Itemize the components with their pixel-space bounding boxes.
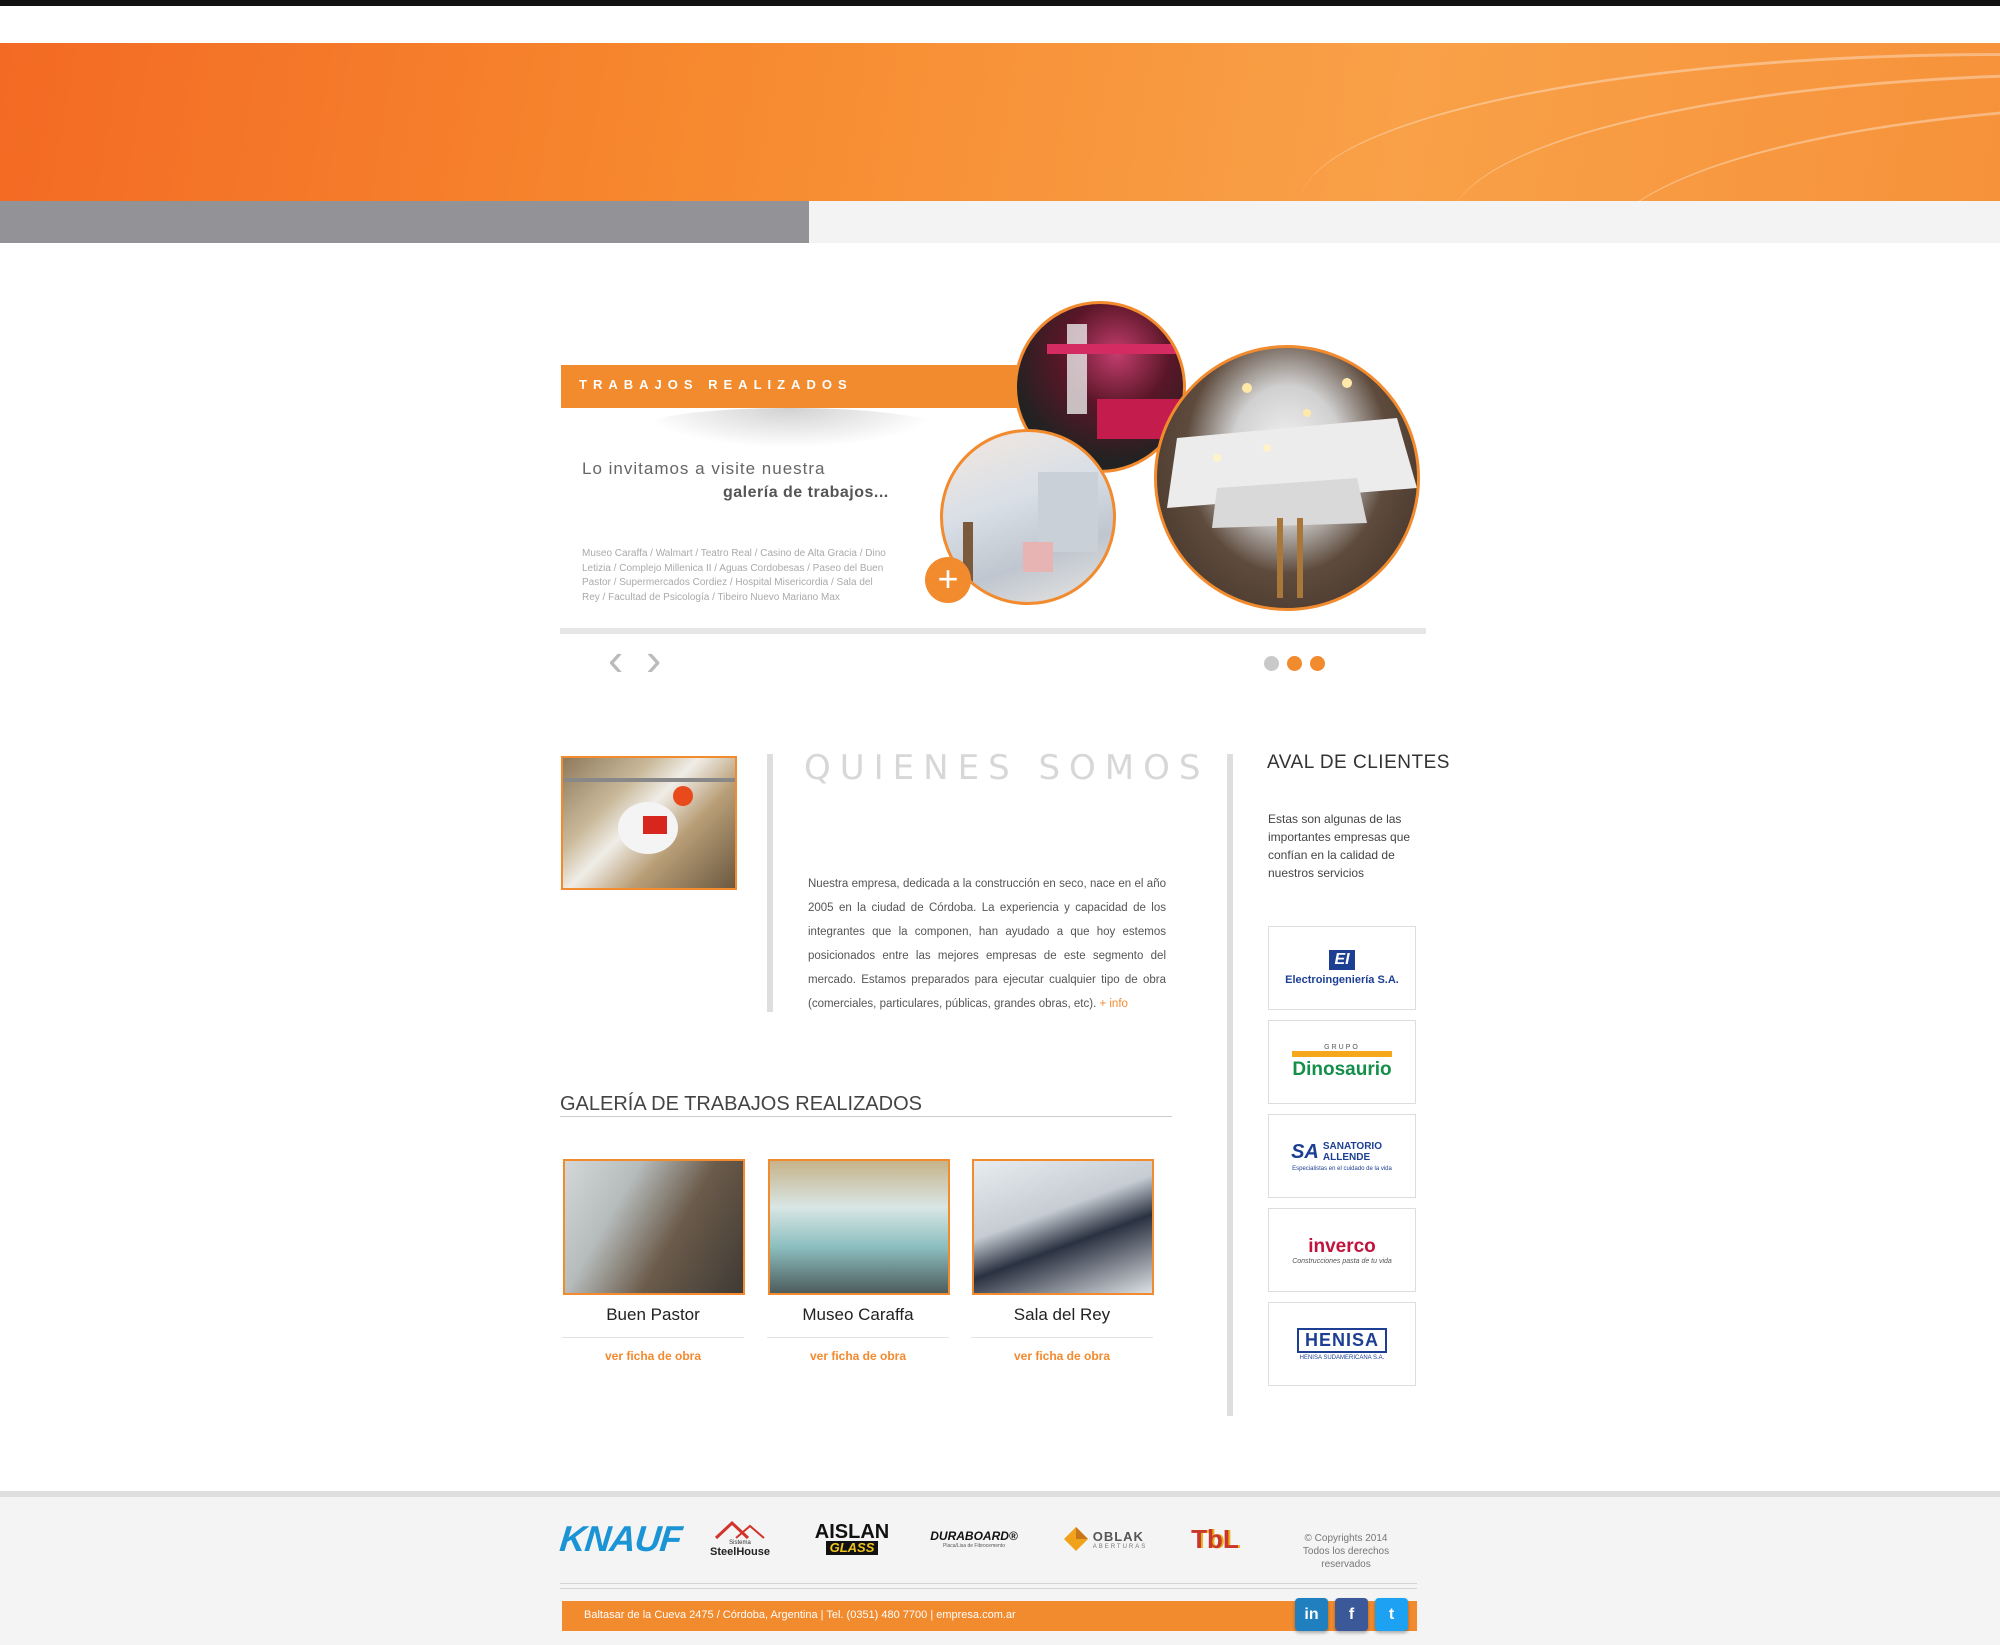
about-more-link[interactable]: + info xyxy=(1099,998,1127,1010)
about-text: Nuestra empresa, dedicada a la construcc… xyxy=(808,872,1166,1016)
gallery-caption-1: Buen Pastor xyxy=(606,1305,700,1324)
client-logo-name: HENISA SUDAMERICANA S.A. xyxy=(1299,1354,1385,1361)
gallery-caption-divider-3 xyxy=(971,1337,1153,1338)
client-logo-inverco[interactable]: inverco Construcciones pasta de tu vida xyxy=(1268,1208,1416,1292)
oblak-diamond-icon xyxy=(1063,1527,1088,1551)
facebook-icon[interactable]: f xyxy=(1335,1598,1368,1631)
brand-logo-aislan[interactable]: AISLAN GLASS xyxy=(812,1510,892,1568)
gallery-caption-3: Sala del Rey xyxy=(1013,1305,1111,1324)
about-accent-bar xyxy=(767,754,773,1012)
client-logo-name: SANATORIO ALLENDE xyxy=(1322,1141,1382,1163)
clients-title: AVAL DE CLIENTES xyxy=(1267,752,1450,773)
client-logo-sub: GRUPO xyxy=(1324,1043,1360,1051)
client-logo-henisa[interactable]: HENISA HENISA SUDAMERICANA S.A. xyxy=(1268,1302,1416,1386)
brand-logo-tbl[interactable]: TbL xyxy=(1190,1510,1240,1568)
hero-plus-button[interactable]: + xyxy=(925,557,971,603)
slider-prev-arrow-icon[interactable]: ‹ xyxy=(608,636,623,682)
about-body: Nuestra empresa, dedicada a la construcc… xyxy=(808,878,1166,1010)
twitter-icon[interactable]: t xyxy=(1375,1598,1408,1631)
client-logo-sanatorio-allende[interactable]: SA SANATORIO ALLENDE Especialistas en el… xyxy=(1268,1114,1416,1198)
about-photo-art xyxy=(563,778,735,854)
about-photo xyxy=(561,756,737,890)
gallery-thumb-2[interactable] xyxy=(768,1159,950,1295)
hero-photo-circle-3 xyxy=(1154,345,1420,611)
slider-dot-1[interactable] xyxy=(1264,656,1279,671)
hero-headline-line1: Lo invitamos a visite nuestra xyxy=(582,459,826,478)
client-logo-mark: EI xyxy=(1329,950,1355,970)
footer-divider-1 xyxy=(560,1583,1417,1584)
gallery-link-3[interactable]: ver ficha de obra xyxy=(971,1349,1153,1363)
top-border xyxy=(0,0,2000,6)
client-logo-mark: SA xyxy=(1291,1140,1319,1163)
client-logo-dinosaurio[interactable]: GRUPO Dinosaurio xyxy=(1268,1020,1416,1104)
gallery-caption-divider-2 xyxy=(767,1337,949,1338)
slider-dot-2[interactable] xyxy=(1287,656,1302,671)
slider-next-arrow-icon[interactable]: › xyxy=(646,636,661,682)
nav-bar-left xyxy=(0,201,809,243)
client-logo-tagline: Especialistas en el cuidado de la vida xyxy=(1292,1165,1392,1172)
gallery-thumb-1[interactable] xyxy=(563,1159,745,1295)
hero-tab-shadow xyxy=(640,408,940,448)
gallery-link-1[interactable]: ver ficha de obra xyxy=(562,1349,744,1363)
brand-duraboard-sub: Placa/Lisa de Fibrocemento xyxy=(943,1543,1005,1549)
brand-oblak-sub: ABERTURAS xyxy=(1092,1543,1148,1550)
client-logo-name: Electroingeniería S.A. xyxy=(1285,974,1399,986)
footer-address: Baltasar de la Cueva 2475 / Córdoba, Arg… xyxy=(584,1609,1016,1621)
brand-logo-knauf[interactable]: KNAUF xyxy=(557,1510,682,1568)
gallery-thumb-3[interactable] xyxy=(972,1159,1154,1295)
gallery-title: GALERÍA DE TRABAJOS REALIZADOS xyxy=(560,1093,922,1115)
gallery-caption-divider-1 xyxy=(562,1337,744,1338)
brand-aislan-sub: GLASS xyxy=(825,1541,879,1555)
house-icon xyxy=(714,1520,765,1540)
client-logo-mark: HENISA xyxy=(1296,1327,1387,1353)
client-logo-row: SA SANATORIO ALLENDE xyxy=(1291,1141,1393,1164)
brand-oblak-words: OBLAK ABERTURAS xyxy=(1093,1529,1148,1550)
brand-logo-duraboard[interactable]: DURABOARD® Placa/Lisa de Fibrocemento xyxy=(924,1510,1024,1568)
clients-text: Estas son algunas de las importantes emp… xyxy=(1268,812,1411,880)
hero-divider xyxy=(560,628,1426,634)
footer-divider-2 xyxy=(560,1588,1417,1589)
client-logo-name: Construcciones pasta de tu vida xyxy=(1292,1257,1392,1265)
hero-works-list: Museo Caraffa / Walmart / Teatro Real / … xyxy=(582,548,886,603)
brand-logo-oblak[interactable]: OBLAK ABERTURAS xyxy=(1052,1510,1158,1568)
gallery-link-2[interactable]: ver ficha de obra xyxy=(767,1349,949,1363)
header-banner xyxy=(0,43,2000,201)
gallery-divider xyxy=(560,1116,1172,1117)
copyright-line2: Todos los derechos reservados xyxy=(1302,1546,1390,1570)
brand-steelhouse-text: SteelHouse xyxy=(710,1546,770,1558)
brand-knauf-text: KNAUF xyxy=(557,1518,683,1559)
about-title: QUIENES SOMOS xyxy=(804,748,1210,788)
footer-copyright: © Copyrights 2014 Todos los derechos res… xyxy=(1282,1532,1410,1571)
client-logo-electroingenieria[interactable]: EI Electroingeniería S.A. xyxy=(1268,926,1416,1010)
brand-tbl-text: TbL xyxy=(1191,1523,1239,1554)
hero-tab-label: TRABAJOS REALIZADOS xyxy=(579,377,853,392)
hero-headline-line2: galería de trabajos... xyxy=(723,484,889,501)
gallery-caption-2: Museo Caraffa xyxy=(802,1305,914,1324)
brand-oblak-text: OBLAK xyxy=(1092,1528,1144,1544)
brand-duraboard-text: DURABOARD® xyxy=(930,1529,1018,1543)
sidebar-accent-bar xyxy=(1227,754,1233,1416)
slider-dot-3[interactable] xyxy=(1310,656,1325,671)
client-logo-mark: inverco xyxy=(1308,1235,1376,1257)
brand-aislan-text: AISLAN xyxy=(814,1521,890,1543)
nav-bar-right xyxy=(809,201,2000,243)
client-logo-name: Dinosaurio xyxy=(1292,1050,1392,1081)
linkedin-icon[interactable]: in xyxy=(1295,1598,1328,1631)
hero-photo-3-art xyxy=(1167,378,1417,598)
copyright-line1: © Copyrights 2014 xyxy=(1304,1533,1388,1544)
brand-logo-steelhouse[interactable]: Sistema SteelHouse xyxy=(705,1510,775,1568)
